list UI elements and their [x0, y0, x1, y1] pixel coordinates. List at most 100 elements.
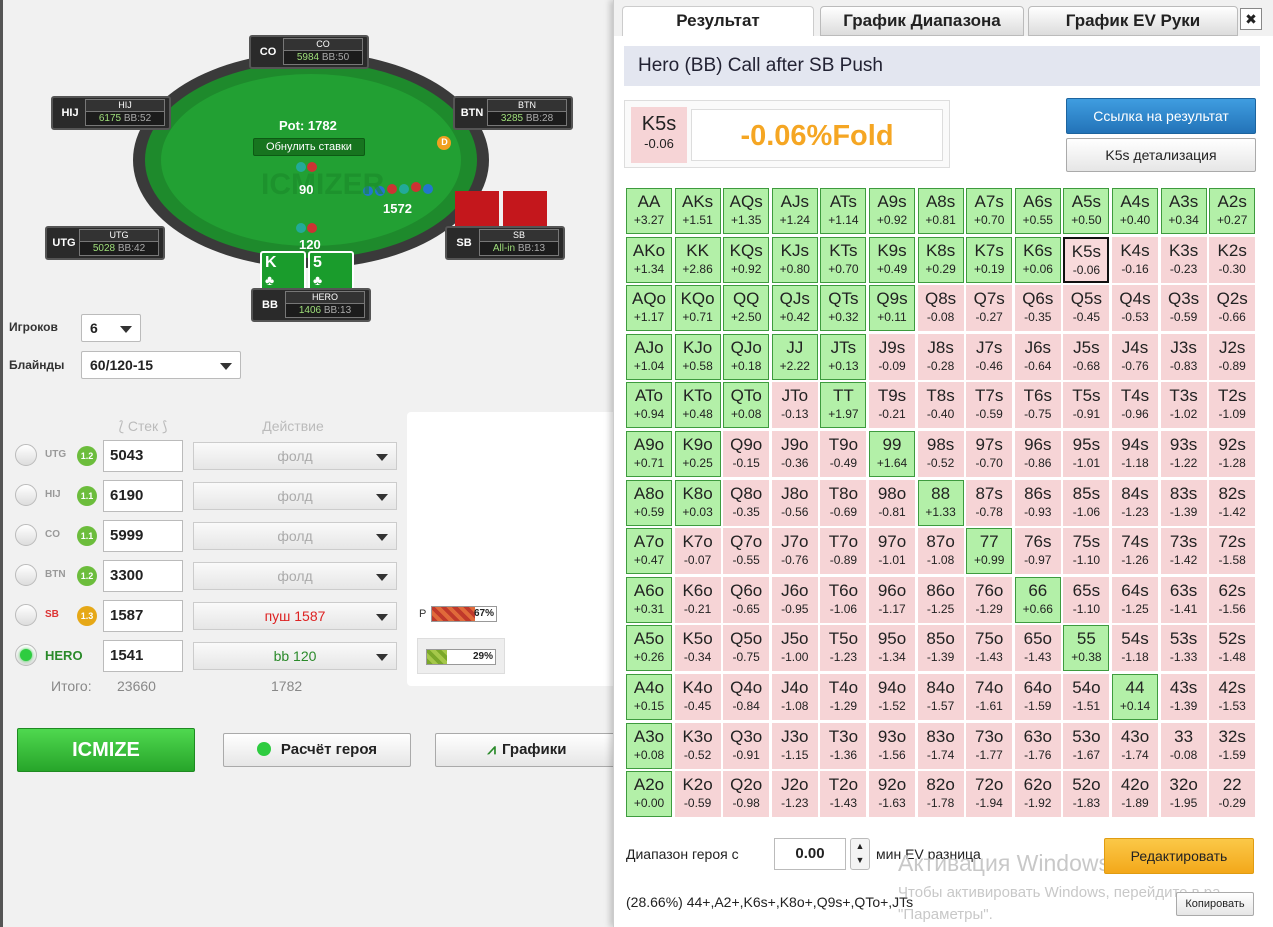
hand-cell[interactable]: 73o -1.77 [966, 722, 1013, 769]
hand-cell[interactable]: 98s -0.52 [917, 431, 964, 477]
tab-range-chart[interactable]: График Диапазона [820, 6, 1024, 36]
blinds-select[interactable]: 60/120-15 [81, 351, 241, 379]
hand-cell[interactable]: 64o -1.59 [1014, 674, 1061, 720]
hand-cell[interactable]: 52o -1.83 [1063, 771, 1110, 818]
hand-cell[interactable]: KJs +0.80 [771, 236, 818, 283]
hand-cell[interactable]: 42o -1.89 [1112, 771, 1158, 818]
hand-cell[interactable]: A4o +0.15 [626, 674, 672, 720]
hand-cell[interactable]: K2s -0.30 [1209, 236, 1256, 283]
min-ev-input[interactable]: 0.00 [774, 838, 846, 870]
hand-cell[interactable]: 76s -0.97 [1014, 528, 1061, 575]
hand-cell[interactable]: AKs +1.51 [674, 188, 721, 234]
hand-cell[interactable]: QTs +0.32 [820, 285, 867, 332]
action-select-sb[interactable]: пуш 1587 [193, 602, 397, 630]
hand-cell[interactable]: JTo -0.13 [771, 382, 818, 429]
hand-cell[interactable]: AJs +1.24 [771, 188, 818, 234]
hand-cell[interactable]: J6s -0.64 [1014, 333, 1061, 380]
hand-cell[interactable]: Q2o -0.98 [723, 771, 770, 818]
hand-cell[interactable]: 82o -1.78 [917, 771, 964, 818]
hand-cell[interactable]: 92o -1.63 [869, 771, 915, 818]
hand-cell[interactable]: 64s -1.25 [1112, 576, 1158, 623]
hand-cell[interactable]: 22 -0.29 [1209, 771, 1256, 818]
hand-cell[interactable]: J8s -0.28 [917, 333, 964, 380]
hand-cell[interactable]: 96s -0.86 [1014, 431, 1061, 477]
hand-cell[interactable]: T8s -0.40 [917, 382, 964, 429]
hand-cell[interactable]: 76o -1.29 [966, 576, 1013, 623]
hand-cell[interactable]: T9s -0.21 [869, 382, 915, 429]
hand-cell[interactable]: 85o -1.39 [917, 625, 964, 672]
hand-cell[interactable]: KTo +0.48 [674, 382, 721, 429]
hand-cell[interactable]: Q4o -0.84 [723, 674, 770, 720]
result-link-button[interactable]: Ссылка на результат [1066, 98, 1256, 134]
hand-cell[interactable]: K3o -0.52 [674, 722, 721, 769]
select-co-radio[interactable] [15, 524, 37, 546]
hand-cell[interactable]: T3s -1.02 [1160, 382, 1207, 429]
edit-button[interactable]: Редактировать [1104, 838, 1254, 874]
hand-cell[interactable]: K5o -0.34 [674, 625, 721, 672]
hand-cell[interactable]: 96o -1.17 [869, 576, 915, 623]
hand-cell[interactable]: 63s -1.41 [1160, 576, 1207, 623]
hand-cell[interactable]: J7o -0.76 [771, 528, 818, 575]
hand-cell[interactable]: 93s -1.22 [1160, 431, 1207, 477]
hand-cell[interactable]: K7s +0.19 [966, 236, 1013, 283]
hand-cell[interactable]: J4s -0.76 [1112, 333, 1158, 380]
hand-cell[interactable]: JTs +0.13 [820, 333, 867, 380]
hand-cell[interactable]: A6s +0.55 [1014, 188, 1061, 234]
hand-cell[interactable]: K9s +0.49 [869, 236, 915, 283]
select-hero-radio[interactable] [15, 644, 37, 666]
hand-cell[interactable]: 77 +0.99 [966, 528, 1013, 575]
hand-cell[interactable]: KQo +0.71 [674, 285, 721, 332]
hand-cell[interactable]: J6o -0.95 [771, 576, 818, 623]
hand-cell[interactable]: AA +3.27 [626, 188, 672, 234]
hand-cell[interactable]: J9o -0.36 [771, 431, 818, 477]
stack-input-co[interactable]: 5999 [103, 520, 183, 552]
hand-cell[interactable]: 98o -0.81 [869, 479, 915, 526]
hand-cell[interactable]: 43s -1.39 [1160, 674, 1207, 720]
hand-cell[interactable]: T9o -0.49 [820, 431, 867, 477]
hand-cell[interactable]: Q9o -0.15 [723, 431, 770, 477]
hand-cell[interactable]: 97s -0.70 [966, 431, 1013, 477]
hand-cell[interactable]: K7o -0.07 [674, 528, 721, 575]
hand-cell[interactable]: Q8s -0.08 [917, 285, 964, 332]
hand-cell[interactable]: Q3o -0.91 [723, 722, 770, 769]
hand-cell[interactable]: AQo +1.17 [626, 285, 672, 332]
hand-cell[interactable]: A2o +0.00 [626, 771, 672, 818]
hero-calc-button[interactable]: Расчёт героя [223, 733, 411, 767]
hand-cell[interactable]: A8o +0.59 [626, 479, 672, 526]
hand-cell[interactable]: Q4s -0.53 [1112, 285, 1158, 332]
hand-cell[interactable]: A9s +0.92 [869, 188, 915, 234]
action-select-hij[interactable]: фолд [193, 482, 397, 510]
hand-cell[interactable]: QJo +0.18 [723, 333, 770, 380]
action-select-btn[interactable]: фолд [193, 562, 397, 590]
copy-button[interactable]: Копировать [1176, 892, 1254, 916]
hand-cell[interactable]: 65o -1.43 [1014, 625, 1061, 672]
hand-cell[interactable]: K6s +0.06 [1014, 236, 1061, 283]
hand-cell[interactable]: 42s -1.53 [1209, 674, 1256, 720]
hand-cell[interactable]: TT +1.97 [820, 382, 867, 429]
hand-cell[interactable]: A7o +0.47 [626, 528, 672, 575]
hand-cell[interactable]: 65s -1.10 [1063, 576, 1110, 623]
hand-cell[interactable]: QQ +2.50 [723, 285, 770, 332]
hand-cell[interactable]: 53s -1.33 [1160, 625, 1207, 672]
hand-cell[interactable]: 84o -1.57 [917, 674, 964, 720]
hand-cell[interactable]: K8o +0.03 [674, 479, 721, 526]
hand-cell[interactable]: K5s -0.06 [1063, 236, 1110, 283]
hand-cell[interactable]: KJo +0.58 [674, 333, 721, 380]
stack-input-hij[interactable]: 6190 [103, 480, 183, 512]
stack-input-utg[interactable]: 5043 [103, 440, 183, 472]
hand-cell[interactable]: 66 +0.66 [1014, 576, 1061, 623]
hand-cell[interactable]: T4o -1.29 [820, 674, 867, 720]
action-select-co[interactable]: фолд [193, 522, 397, 550]
hand-cell[interactable]: 86s -0.93 [1014, 479, 1061, 526]
hand-cell[interactable]: K9o +0.25 [674, 431, 721, 477]
hand-cell[interactable]: 74s -1.26 [1112, 528, 1158, 575]
hand-cell[interactable]: KTs +0.70 [820, 236, 867, 283]
hand-cell[interactable]: 87o -1.08 [917, 528, 964, 575]
hand-cell[interactable]: 44 +0.14 [1112, 674, 1158, 720]
hand-cell[interactable]: 32s -1.59 [1209, 722, 1256, 769]
hand-cell[interactable]: T5s -0.91 [1063, 382, 1110, 429]
hand-cell[interactable]: Q8o -0.35 [723, 479, 770, 526]
hand-cell[interactable]: A6o +0.31 [626, 576, 672, 623]
hand-cell[interactable]: ATs +1.14 [820, 188, 867, 234]
hand-cell[interactable]: Q2s -0.66 [1209, 285, 1256, 332]
